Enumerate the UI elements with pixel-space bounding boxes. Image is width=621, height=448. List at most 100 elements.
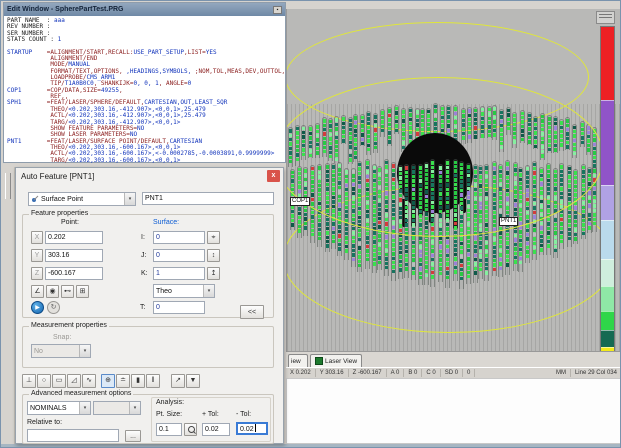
x-lock-button[interactable]: X — [31, 231, 43, 244]
j-label: J: — [141, 252, 146, 259]
k-vector-field[interactable]: 1 — [153, 267, 205, 280]
code-line: TARG/<0.202,303.16,-600.167>,<0,0,1> — [7, 158, 285, 164]
i-vector-field[interactable]: 0 — [153, 231, 205, 244]
close-icon[interactable]: x — [267, 170, 280, 182]
regenerate-button[interactable]: ↻ — [47, 301, 60, 314]
status-cell: MM — [552, 369, 571, 377]
level-plane-icon[interactable]: ≐ — [116, 374, 130, 388]
snap-label: Snap: — [53, 334, 71, 341]
y-lock-button[interactable]: Y — [31, 249, 43, 262]
snap-combobox[interactable]: No ▾ — [31, 344, 91, 358]
corner-path-icon[interactable]: ◿ — [67, 374, 81, 388]
path-preview-icon[interactable]: ↗ — [171, 374, 185, 388]
colorbar-segment — [601, 259, 614, 286]
t-value-field[interactable]: 0 — [153, 301, 205, 314]
status-cell: A 0 — [387, 369, 405, 377]
theo-mode-combobox[interactable]: Theo ▾ — [153, 284, 215, 298]
box-path-icon[interactable]: ▭ — [52, 374, 66, 388]
status-cell: B 0 — [404, 369, 422, 377]
vector-updown-icon[interactable]: ↕ — [207, 249, 220, 262]
colorbar-segment — [601, 220, 614, 259]
secondary-combobox[interactable]: ▾ — [93, 401, 141, 415]
surface-point-icon — [31, 195, 39, 203]
pt-size-field[interactable]: 0.1 — [156, 423, 182, 436]
colorbar-segment — [601, 100, 614, 185]
dock-grip[interactable] — [5, 173, 11, 199]
grid-snap-icon[interactable]: ⊞ — [76, 285, 89, 298]
workplane-icon[interactable]: ∠ — [31, 285, 44, 298]
titlebar-button[interactable]: ▪ — [273, 6, 282, 14]
dialog-title: Auto Feature [PNT1] — [21, 172, 94, 181]
chevron-down-icon[interactable]: ▾ — [79, 402, 90, 414]
status-cell: 0 — [463, 369, 475, 377]
vector-flip-icon[interactable]: ↥ — [207, 267, 220, 280]
probe-gun-icon[interactable]: ⌖ — [207, 231, 220, 244]
circle-path-icon[interactable]: ○ — [37, 374, 51, 388]
plus-tol-field[interactable]: 0.02 — [202, 423, 230, 436]
z-coordinate-field[interactable]: -600.167 — [45, 267, 103, 280]
test-feature-button[interactable]: ▶ — [31, 301, 44, 314]
report-pane — [286, 378, 621, 444]
chevron-down-icon[interactable]: ▾ — [124, 193, 135, 205]
minus-tol-field[interactable]: 0.02 — [236, 422, 268, 435]
auto-feature-dialog: Auto Feature [PNT1] x Surface Point ▾ PN… — [15, 167, 284, 444]
edit-window-body[interactable]: PART NAME : aaaREV NUMBER : SER NUMBER :… — [4, 16, 285, 164]
pixel-block-icon[interactable]: ▮ — [131, 374, 145, 388]
measurement-properties-group: Measurement properties Snap: No ▾ — [22, 326, 274, 368]
advanced-options-group: Advanced measurement options NOMINALS ▾ … — [22, 394, 274, 444]
y-coordinate-field[interactable]: 303.16 — [45, 249, 103, 262]
crosshair-target-icon[interactable]: ⊕ — [101, 374, 115, 388]
pnt-feature-label[interactable]: PNT1 — [499, 217, 518, 226]
cop-feature-label[interactable]: COP1 — [290, 197, 310, 206]
scan-wave-icon[interactable]: ∿ — [82, 374, 96, 388]
z-lock-button[interactable]: Z — [31, 267, 43, 280]
plus-tol-label: + Tol: — [202, 411, 219, 418]
j-vector-field[interactable]: 0 — [153, 249, 205, 262]
point-offset-icon[interactable]: ⊷ — [61, 285, 74, 298]
relative-to-label: Relative to: — [27, 419, 62, 426]
status-cell: C 0 — [422, 369, 440, 377]
filter-icon[interactable]: ▼ — [186, 374, 200, 388]
edit-window-title: Edit Window - SpherePartTest.PRG — [7, 6, 123, 13]
application-window: Edit Window - SpherePartTest.PRG ▪ PART … — [0, 0, 621, 448]
edit-window: Edit Window - SpherePartTest.PRG ▪ PART … — [3, 2, 286, 163]
tab-live-view[interactable]: iew — [288, 354, 308, 367]
colorbar-segment — [601, 286, 614, 311]
status-cell: Z -600.167 — [349, 369, 387, 377]
probe-drop-icon[interactable]: ⊥ — [22, 374, 36, 388]
colorbar-segment — [601, 27, 614, 100]
laser-view-icon — [315, 357, 323, 365]
dock-strip — [1, 167, 15, 444]
magnifier-icon[interactable] — [184, 423, 197, 436]
status-cell: X 0.202 — [286, 369, 316, 377]
tab-laser-view[interactable]: Laser View — [310, 354, 362, 367]
x-coordinate-field[interactable]: 0.202 — [45, 231, 103, 244]
browse-button[interactable]: ... — [125, 430, 141, 442]
window-bottom-edge — [1, 444, 621, 448]
t-label: T: — [140, 304, 145, 311]
status-cell: Y 303.16 — [316, 369, 349, 377]
analysis-group: Analysis: Pt. Size: + Tol: - Tol: 0.1 0.… — [151, 397, 271, 442]
pt-size-label: Pt. Size: — [156, 411, 182, 418]
surface-label[interactable]: Surface: — [153, 219, 179, 226]
feature-type-combobox[interactable]: Surface Point ▾ — [28, 192, 136, 206]
find-nominals-icon[interactable]: ◉ — [46, 285, 59, 298]
view-tabbar: iew Laser View — [286, 351, 620, 367]
point-label: Point: — [61, 219, 79, 226]
relative-to-field[interactable] — [27, 429, 119, 442]
status-cell: SD 0 — [441, 369, 463, 377]
colorbar-header — [596, 11, 615, 24]
colorbar-segment — [601, 311, 614, 330]
chevron-down-icon[interactable]: ▾ — [203, 285, 214, 297]
minus-tol-label: - Tol: — [236, 411, 251, 418]
i-label: I: — [141, 234, 145, 241]
scan-lines-icon[interactable]: ‖ — [146, 374, 160, 388]
collapse-dialog-button[interactable]: << — [240, 305, 264, 319]
feature-name-field[interactable]: PNT1 — [142, 192, 274, 205]
nominals-mode-combobox[interactable]: NOMINALS ▾ — [27, 401, 91, 415]
chevron-down-icon: ▾ — [79, 345, 90, 357]
graphics-view[interactable]: COP1 PNT1 — [286, 9, 621, 351]
feature-properties-group: Feature properties Point: X 0.202 Y 303.… — [22, 214, 274, 318]
status-cell: Line 29 Col 034 — [571, 369, 621, 377]
k-label: K: — [141, 270, 148, 277]
